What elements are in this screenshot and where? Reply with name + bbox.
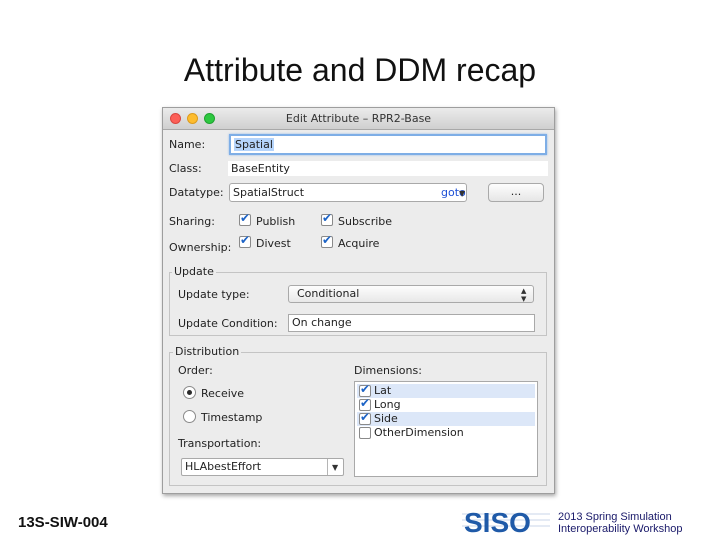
window-title: Edit Attribute – RPR2-Base	[285, 112, 432, 125]
logo-text: SISO	[464, 507, 531, 536]
distribution-group-label: Distribution	[173, 345, 242, 358]
dimension-item[interactable]: Lat	[357, 382, 535, 398]
timestamp-radio[interactable]	[183, 410, 196, 423]
acquire-checkbox[interactable]	[321, 233, 333, 248]
update-condition-input[interactable]: On change	[288, 314, 535, 332]
dimensions-list[interactable]: Lat Long Side OtherDimension	[354, 381, 538, 477]
workshop-line-2: Interoperability Workshop	[558, 523, 683, 535]
datatype-combo[interactable]: SpatialStruct goto ▼	[229, 183, 467, 202]
datatype-label: Datatype:	[169, 186, 224, 199]
browse-datatype-button[interactable]: ...	[488, 183, 544, 202]
timestamp-label: Timestamp	[201, 411, 263, 424]
acquire-label: Acquire	[338, 237, 380, 250]
transportation-value: HLAbestEffort	[185, 460, 262, 473]
name-input-value: Spatial	[234, 138, 274, 151]
update-group-label: Update	[172, 265, 216, 278]
dimension-item[interactable]: OtherDimension	[357, 426, 535, 440]
session-code: 13S-SIW-004	[18, 514, 108, 531]
update-type-label: Update type:	[178, 288, 250, 301]
publish-label: Publish	[256, 215, 296, 228]
update-condition-label: Update Condition:	[178, 317, 278, 330]
chevron-down-icon: ▼	[459, 189, 466, 198]
dimension-label: Lat	[374, 384, 392, 397]
updown-arrows-icon: ▲ ▼	[521, 287, 527, 303]
chevron-down-icon: ▼	[332, 463, 339, 472]
slide-title: Attribute and DDM recap	[183, 52, 537, 88]
dimension-checkbox[interactable]	[359, 427, 371, 439]
order-label: Order:	[178, 364, 213, 377]
subscribe-checkbox[interactable]	[321, 211, 333, 226]
divest-label: Divest	[256, 237, 291, 250]
class-value: BaseEntity	[227, 160, 549, 177]
dimension-label: Side	[374, 412, 398, 425]
window-titlebar[interactable]: Edit Attribute – RPR2-Base	[163, 108, 554, 130]
receive-label: Receive	[201, 387, 245, 400]
subscribe-label: Subscribe	[338, 215, 393, 228]
edit-attribute-window: Edit Attribute – RPR2-Base Name: Spatial…	[162, 107, 555, 494]
transportation-combo[interactable]: HLAbestEffort ▼	[181, 458, 344, 476]
ownership-label: Ownership:	[169, 241, 232, 254]
dimension-item[interactable]: Side	[357, 410, 535, 426]
dimensions-label: Dimensions:	[354, 364, 422, 377]
sharing-label: Sharing:	[169, 215, 215, 228]
class-label: Class:	[169, 162, 202, 175]
workshop-line-1: 2013 Spring Simulation	[558, 511, 672, 523]
dimension-checkbox[interactable]	[359, 410, 371, 425]
update-type-select[interactable]: Conditional ▲ ▼	[288, 285, 534, 303]
dimension-item[interactable]: Long	[357, 396, 535, 412]
update-type-value: Conditional	[297, 287, 360, 300]
name-label: Name:	[169, 138, 206, 151]
combo-divider	[327, 459, 328, 475]
siso-logo: SISO	[462, 506, 550, 540]
dimension-label: Long	[374, 398, 401, 411]
transportation-label: Transportation:	[178, 437, 262, 450]
workshop-name: 2013 Spring Simulation Interoperability …	[558, 511, 683, 535]
publish-checkbox[interactable]	[239, 211, 251, 226]
receive-radio[interactable]	[183, 386, 196, 399]
datatype-value: SpatialStruct	[233, 186, 305, 199]
dimension-label: OtherDimension	[374, 426, 464, 439]
name-input[interactable]: Spatial	[229, 134, 547, 155]
divest-checkbox[interactable]	[239, 233, 251, 248]
